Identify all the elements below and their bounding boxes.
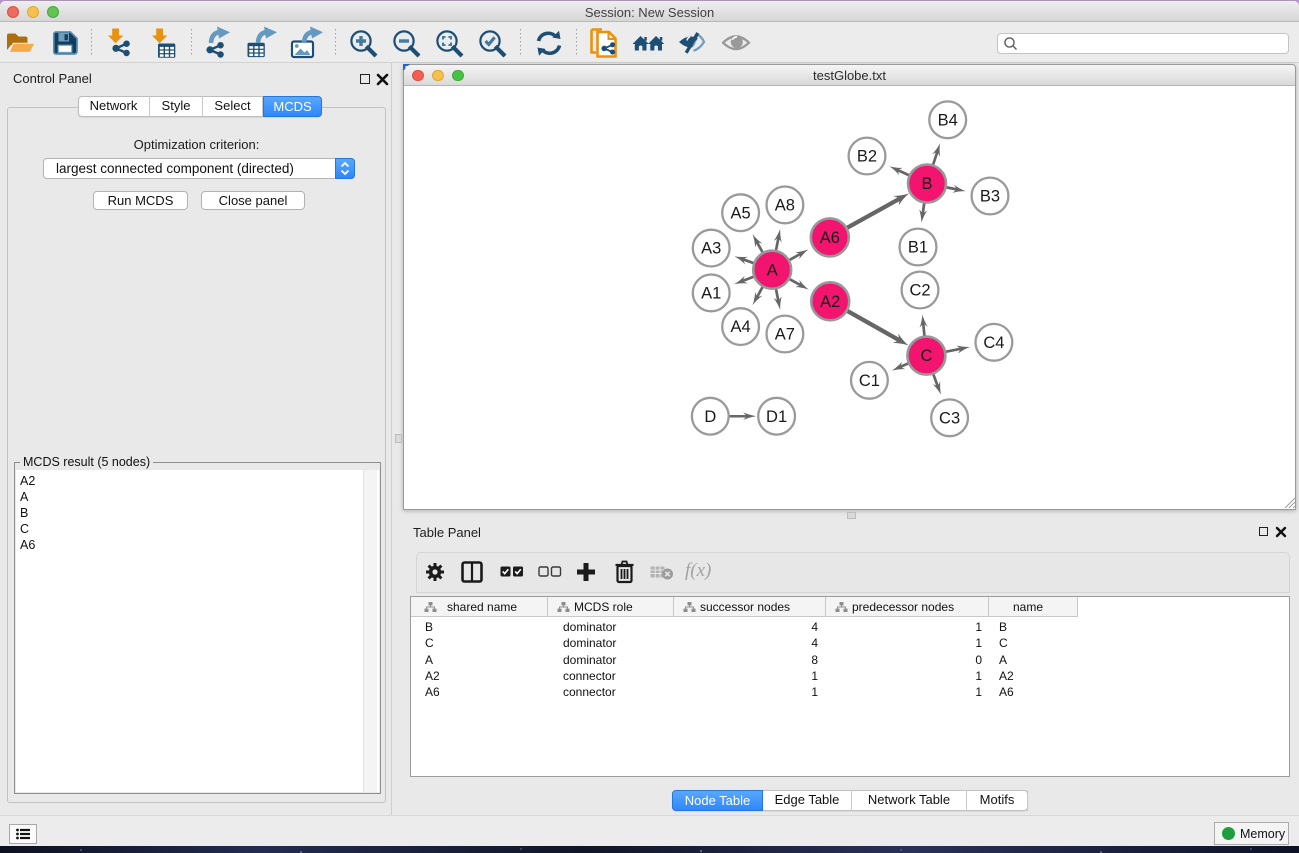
svg-text:B1: B1 xyxy=(908,239,928,257)
svg-text:A8: A8 xyxy=(775,197,795,215)
svg-text:A4: A4 xyxy=(731,318,751,336)
svg-text:C3: C3 xyxy=(939,409,960,427)
svg-text:A6: A6 xyxy=(820,229,840,247)
svg-text:B: B xyxy=(921,175,932,193)
svg-text:A5: A5 xyxy=(731,204,751,222)
svg-text:B2: B2 xyxy=(857,148,877,166)
svg-text:C: C xyxy=(920,347,932,365)
svg-text:C1: C1 xyxy=(859,372,880,390)
svg-text:A3: A3 xyxy=(701,240,721,258)
svg-text:B4: B4 xyxy=(938,111,958,129)
svg-text:D: D xyxy=(704,408,716,426)
svg-text:A1: A1 xyxy=(701,285,721,303)
svg-text:C2: C2 xyxy=(909,282,930,300)
svg-text:A7: A7 xyxy=(775,326,795,344)
svg-text:B3: B3 xyxy=(980,188,1000,206)
svg-text:A2: A2 xyxy=(820,293,840,311)
svg-text:D1: D1 xyxy=(766,408,787,426)
svg-text:A: A xyxy=(767,261,778,279)
svg-text:C4: C4 xyxy=(983,334,1004,352)
